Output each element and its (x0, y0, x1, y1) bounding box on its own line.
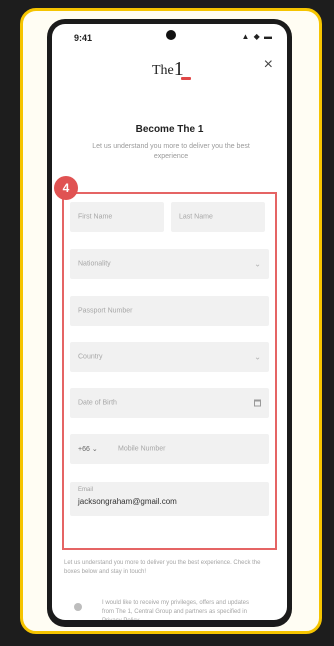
form-highlight-box: 4 First Name Last Name Nationality ⌄ Pas… (54, 176, 277, 550)
page-title: Become The 1 (135, 124, 204, 135)
dob-placeholder: Date of Birth (78, 399, 117, 407)
first-name-placeholder: First Name (78, 213, 113, 221)
logo-accent (181, 77, 191, 80)
nationality-placeholder: Nationality (78, 260, 111, 268)
status-bar: 9:41 ▲ ◆ ▬ (52, 24, 287, 50)
close-icon[interactable]: × (264, 56, 273, 74)
signal-wifi-battery-icon: ▲ ◆ ▬ (241, 32, 273, 41)
first-name-input[interactable]: First Name (70, 202, 164, 232)
calendar-icon[interactable] (254, 399, 261, 407)
phone-code: +66 (78, 446, 90, 453)
consent-radio[interactable] (74, 603, 82, 611)
phone-code-select[interactable]: +66 ⌄ (78, 445, 98, 453)
consent-text: I would like to receive my privileges, o… (102, 600, 249, 620)
last-name-placeholder: Last Name (179, 213, 213, 221)
nationality-select[interactable]: Nationality ⌄ (70, 249, 269, 279)
passport-input[interactable]: Passport Number (70, 296, 269, 326)
date-of-birth-input[interactable]: Date of Birth (70, 388, 269, 418)
mobile-number-input[interactable]: +66 ⌄ Mobile Number (70, 434, 269, 464)
last-name-input[interactable]: Last Name (171, 202, 265, 232)
page-subtitle: Let us understand you more to deliver yo… (92, 143, 250, 160)
camera-notch (166, 30, 176, 40)
mobile-placeholder: Mobile Number (118, 445, 166, 453)
the1-logo: The1 (152, 57, 184, 80)
chevron-down-icon: ⌄ (254, 352, 261, 362)
email-label: Email (78, 487, 94, 493)
email-value: jacksongraham@gmail.com (78, 497, 177, 506)
passport-placeholder: Passport Number (78, 307, 133, 315)
logo-text: The (152, 63, 174, 78)
country-select[interactable]: Country ⌄ (70, 342, 269, 372)
consent-note: Let us understand you more to deliver yo… (64, 560, 261, 575)
email-input[interactable]: Email jacksongraham@gmail.com (70, 482, 269, 516)
country-placeholder: Country (78, 353, 103, 361)
phone-screen: 9:41 ▲ ◆ ▬ The1 × Become The 1 Let us un… (52, 24, 287, 620)
chevron-down-icon: ⌄ (254, 259, 261, 269)
step-badge: 4 (54, 176, 78, 200)
status-time: 9:41 (74, 33, 93, 43)
